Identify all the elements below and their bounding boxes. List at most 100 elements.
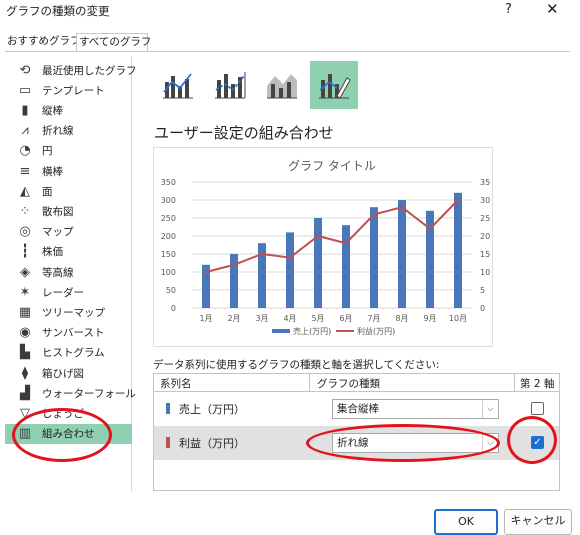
x-tick-label: 6月 xyxy=(339,314,352,323)
funnel-icon: ▽ xyxy=(20,405,30,421)
sidebar-item[interactable]: ⩘ 折れ線 xyxy=(5,121,132,141)
treemap-icon: ▦ xyxy=(18,304,32,320)
tab-all-charts[interactable]: すべてのグラフ xyxy=(76,33,151,51)
chart-type-dropdown[interactable]: 集合縦棒 ⌵ xyxy=(332,399,499,419)
sidebar-item[interactable]: ▭ テンプレート xyxy=(5,80,132,100)
secondary-axis-checkbox[interactable] xyxy=(531,402,544,415)
combo-section-title: ユーザー設定の組み合わせ xyxy=(154,124,334,142)
header-divider xyxy=(309,374,310,392)
chart-type-value: 折れ線 xyxy=(337,437,369,449)
sidebar-item-label: ツリーマップ xyxy=(42,306,105,319)
x-tick-label: 10月 xyxy=(449,314,467,323)
recent-icon: ⟲ xyxy=(19,62,31,78)
sidebar-item-label: 縦棒 xyxy=(42,104,63,117)
title-bar: グラフの種類の変更 ? ✕ xyxy=(0,0,580,24)
close-button[interactable]: ✕ xyxy=(546,0,559,18)
pie-chart-icon: ◔ xyxy=(19,143,31,159)
combo-area-column-button[interactable] xyxy=(258,61,306,109)
sidebar-item[interactable]: ◔ 円 xyxy=(5,141,132,161)
ok-button[interactable]: OK xyxy=(434,509,498,535)
header-chart-type: グラフの種類 xyxy=(317,378,380,390)
combo-chart-icon: ▥ xyxy=(18,426,32,442)
sidebar-item-label: 円 xyxy=(42,145,53,158)
sidebar-item[interactable]: ▙ ヒストグラム xyxy=(5,343,132,363)
sidebar-item-label: 等高線 xyxy=(42,266,74,279)
y-tick-label: 100 xyxy=(161,268,176,277)
bar xyxy=(286,232,294,308)
sidebar-item-label: レーダー xyxy=(42,286,84,299)
x-tick-label: 7月 xyxy=(367,314,380,323)
histogram-icon: ▙ xyxy=(20,345,30,361)
cancel-button[interactable]: キャンセル xyxy=(504,509,572,535)
sidebar-item[interactable]: ▟ ウォーターフォール xyxy=(5,383,136,403)
chart-title: グラフ タイトル xyxy=(288,159,376,173)
chart-type-dropdown[interactable]: 折れ線 ⌵ xyxy=(332,433,499,453)
sidebar-item[interactable]: ◉ サンバースト xyxy=(5,323,132,343)
bar-chart-icon: ≡ xyxy=(19,163,31,179)
boxplot-icon: ⧫ xyxy=(21,365,29,381)
series-row: 売上（万円） 集合縦棒 ⌵ xyxy=(154,392,559,426)
sidebar-item[interactable]: ⟲ 最近使用したグラフ xyxy=(5,60,137,80)
sidebar-item[interactable]: ⧫ 箱ひげ図 xyxy=(5,363,132,383)
sidebar-item-label: 株価 xyxy=(42,246,63,259)
stock-chart-icon: ┇ xyxy=(21,244,29,260)
sidebar-item-label: テンプレート xyxy=(42,84,105,97)
map-chart-icon: ◎ xyxy=(19,224,31,240)
check-icon: ✓ xyxy=(533,437,542,448)
y2-tick-label: 10 xyxy=(480,268,490,277)
series-row: 利益（万円） 折れ線 ⌵ ✓ xyxy=(154,426,559,460)
chevron-down-icon[interactable]: ⌵ xyxy=(482,434,498,452)
sidebar-item[interactable]: ▥ 組み合わせ xyxy=(5,423,132,444)
sidebar-item-label: マップ xyxy=(42,226,74,239)
sidebar-item-label: 面 xyxy=(42,185,53,198)
surface-chart-icon: ◈ xyxy=(20,264,30,280)
chart-category-list: ⟲ 最近使用したグラフ ▭ テンプレート ▮ 縦棒 ⩘ 折れ線 ◔ 円 ≡ 横棒 ◭ 面 ⁘ 散布図 ◎ マップ ┇… xyxy=(5,56,137,492)
y2-tick-label: 0 xyxy=(480,304,485,313)
sidebar-item[interactable]: ◎ マップ xyxy=(5,222,132,242)
x-tick-label: 4月 xyxy=(283,314,296,323)
chart-svg: グラフ タイトル 0 50 100 150 200 250 300 350 0 5 10 15 20 25 3… xyxy=(161,159,490,336)
sidebar-item-label: ヒストグラム xyxy=(42,347,105,360)
y-tick-label: 250 xyxy=(161,214,176,223)
sidebar-item[interactable]: ┇ 株価 xyxy=(5,242,132,262)
sidebar-item[interactable]: ≡ 横棒 xyxy=(5,161,132,181)
y2-tick-label: 15 xyxy=(480,250,490,259)
chart-preview: グラフ タイトル 0 50 100 150 200 250 300 350 0 5 10 15 20 25 3… xyxy=(153,147,493,347)
series-name: 利益（万円） xyxy=(179,437,245,450)
bar xyxy=(342,225,350,308)
series-color-swatch xyxy=(166,403,170,414)
line-chart-icon: ⩘ xyxy=(21,123,29,139)
legend-label: 売上(万円) xyxy=(293,326,331,336)
x-tick-label: 5月 xyxy=(311,314,324,323)
series-grid-header: 系列名 グラフの種類 第 2 軸 xyxy=(154,374,559,392)
combo-line-secondary-button[interactable] xyxy=(206,61,254,109)
sidebar-item-label: 最近使用したグラフ xyxy=(42,64,137,77)
template-icon: ▭ xyxy=(18,82,32,98)
tab-recommended[interactable]: おすすめグラフ xyxy=(5,33,81,51)
sidebar-item[interactable]: ◭ 面 xyxy=(5,181,132,201)
sidebar-item[interactable]: ▽ じょうご xyxy=(5,403,132,423)
y-tick-label: 300 xyxy=(161,196,176,205)
y-tick-label: 0 xyxy=(171,304,176,313)
sidebar-item[interactable]: ◈ 等高線 xyxy=(5,262,132,282)
bar xyxy=(454,192,462,308)
y2-tick-label: 20 xyxy=(480,232,490,241)
secondary-axis-checkbox[interactable]: ✓ xyxy=(531,436,544,449)
sidebar-item[interactable]: ▦ ツリーマップ xyxy=(5,302,132,322)
sidebar-item-label: 折れ線 xyxy=(42,125,74,138)
chevron-down-icon[interactable]: ⌵ xyxy=(482,400,498,418)
sidebar-item[interactable]: ⁘ 散布図 xyxy=(5,201,132,221)
combo-custom-button[interactable] xyxy=(310,61,358,109)
x-tick-label: 8月 xyxy=(395,314,408,323)
sidebar-item[interactable]: ✶ レーダー xyxy=(5,282,132,302)
bar xyxy=(398,200,406,308)
combo-clustered-line-button[interactable] xyxy=(154,61,202,109)
line-point xyxy=(205,271,207,273)
series-prompt: データ系列に使用するグラフの種類と軸を選択してください: xyxy=(153,359,440,371)
help-button[interactable]: ? xyxy=(505,2,512,17)
series-name: 売上（万円） xyxy=(179,403,245,416)
sidebar-item[interactable]: ▮ 縦棒 xyxy=(5,100,132,120)
x-tick-label: 2月 xyxy=(227,314,240,323)
bar xyxy=(370,207,378,308)
line-point xyxy=(457,199,459,201)
